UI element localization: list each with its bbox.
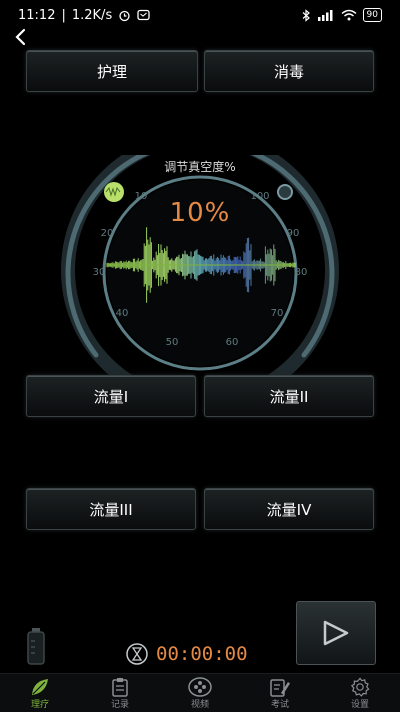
disinfect-button-label: 消毒	[273, 62, 304, 81]
gauge-tick-label: 90	[287, 228, 300, 239]
network-speed: 1.2K/s	[71, 7, 113, 23]
session-timer: 00:00:00	[126, 643, 248, 665]
play-icon	[323, 620, 349, 646]
status-divider: |	[61, 7, 66, 23]
gauge-low-indicator	[104, 182, 124, 202]
gauge-tick-label: 30	[93, 267, 106, 278]
alarm-icon	[119, 10, 130, 21]
tab-records-label: 记录	[110, 699, 129, 710]
flow-1-button[interactable]: 流量I	[26, 375, 196, 417]
vacuum-gauge: 10 20 30 40 50 60 70 80 90 100 调节真空度% 10%	[0, 155, 400, 375]
gauge-tick-label: 70	[271, 308, 284, 319]
wifi-icon	[341, 9, 357, 21]
tab-records[interactable]: 记录	[80, 674, 160, 712]
chevron-left-icon	[15, 28, 26, 46]
flow-3-button[interactable]: 流量III	[26, 488, 196, 530]
bottom-tab-bar: 理疗 记录 视频 考试 设置	[0, 673, 400, 712]
gauge-tick-label: 20	[101, 228, 114, 239]
tab-therapy[interactable]: 理疗	[0, 674, 80, 712]
care-button[interactable]: 护理	[26, 50, 198, 92]
back-button[interactable]	[10, 26, 30, 48]
timer-display: 00:00:00	[156, 643, 248, 665]
gauge-tick-label: 60	[226, 337, 239, 348]
gauge-tick-label: 40	[116, 308, 129, 319]
vacuum-percent: 10%	[169, 198, 231, 228]
flow-4-button[interactable]: 流量IV	[204, 488, 374, 530]
flow-2-button[interactable]: 流量II	[204, 375, 374, 417]
clipboard-icon	[112, 677, 128, 697]
tab-exam-label: 考试	[270, 699, 289, 710]
disinfect-button[interactable]: 消毒	[204, 50, 374, 92]
tab-video-label: 视频	[190, 699, 209, 710]
message-icon	[137, 9, 150, 21]
leaf-icon	[32, 678, 48, 695]
battery-indicator: 90	[362, 8, 382, 22]
flow-2-label: 流量II	[269, 387, 309, 406]
tab-therapy-label: 理疗	[30, 699, 49, 710]
gauge-tick-label: 100	[250, 191, 269, 202]
tab-settings[interactable]: 设置	[320, 674, 400, 712]
film-reel-icon	[188, 676, 212, 697]
status-bar: 11:12 | 1.2K/s 90	[0, 0, 400, 30]
gauge-knob[interactable]	[277, 184, 293, 200]
status-left: 11:12 | 1.2K/s	[18, 8, 150, 23]
gauge-tick-label: 10	[135, 191, 148, 202]
tab-exam[interactable]: 考试	[240, 674, 320, 712]
gauge-title: 调节真空度%	[164, 160, 236, 174]
flow-4-label: 流量IV	[266, 500, 312, 519]
tab-settings-label: 设置	[350, 699, 369, 710]
gauge-tick-label: 50	[166, 337, 179, 348]
gauge-tick-label: 80	[295, 267, 308, 278]
hourglass-icon	[126, 643, 148, 665]
tab-video[interactable]: 视频	[160, 674, 240, 712]
bluetooth-icon	[302, 8, 310, 22]
gauge-graphic: 10 20 30 40 50 60 70 80 90 100	[61, 155, 339, 375]
edit-paper-icon	[270, 678, 290, 697]
gear-icon	[350, 676, 370, 697]
bottle-level-icon	[27, 628, 45, 665]
signal-icon	[317, 10, 333, 21]
status-right: 90	[302, 8, 382, 22]
status-time: 11:12	[18, 7, 56, 23]
flow-1-label: 流量I	[93, 387, 129, 406]
flow-3-label: 流量III	[89, 500, 133, 519]
play-button[interactable]	[296, 601, 376, 665]
care-button-label: 护理	[96, 62, 127, 81]
